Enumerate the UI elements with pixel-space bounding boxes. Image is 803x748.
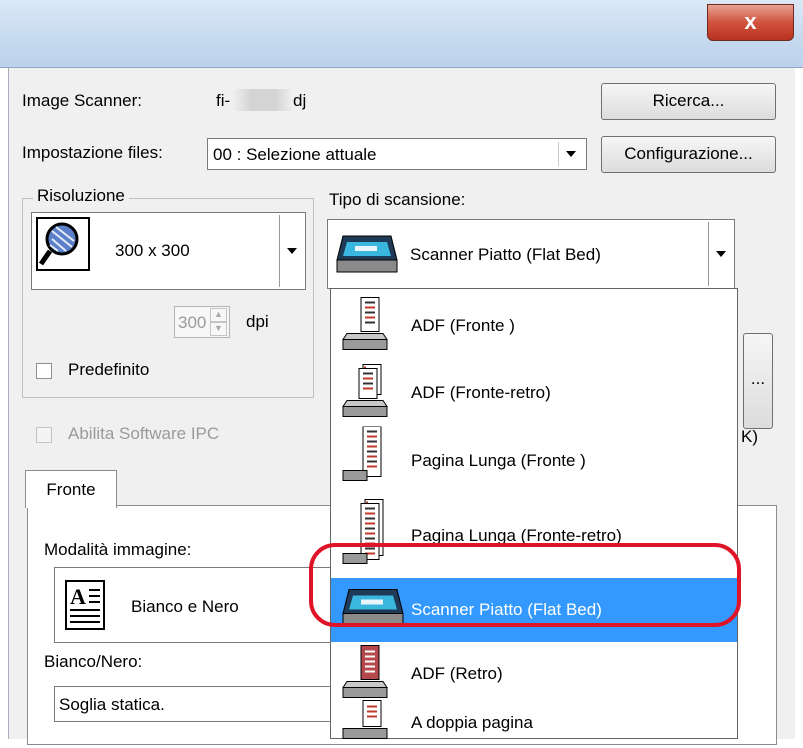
default-checkbox[interactable] [36,363,52,379]
image-scanner-label: Image Scanner: [22,91,143,110]
svg-text:A: A [70,584,86,609]
magnifier-icon [36,217,90,276]
adf-duplex-icon [341,361,391,426]
scan-type-option-label: ADF (Fronte ) [411,316,515,335]
chevron-down-icon[interactable] [558,142,582,166]
scan-type-option[interactable]: Pagina Lunga (Fronte ) [331,426,737,496]
tab-front[interactable]: Fronte [25,470,117,508]
stepper-down-icon[interactable]: ▼ [210,322,227,336]
bw-value: Soglia statica. [59,695,165,714]
image-mode-dropdown[interactable]: A Bianco e Nero [54,567,334,643]
scan-type-option[interactable]: ADF (Fronte ) [331,294,737,358]
scan-type-options-list[interactable]: ADF (Fronte ) ADF (Fronte-retro) Pagina Lu… [330,288,738,739]
scan-type-option[interactable]: A doppia pagina [331,700,737,740]
adf-front-icon [341,294,391,359]
file-settings-dropdown[interactable]: 00 : Selezione attuale [207,138,587,170]
scanner-model-suffix: dj [293,91,307,110]
scan-type-option-label: A doppia pagina [411,713,533,732]
configuration-button[interactable]: Configurazione... [601,136,776,173]
dpi-unit-label: dpi [246,312,269,331]
resolution-group-label: Risoluzione [33,186,129,206]
dpi-value: 300 [178,313,207,332]
close-icon: x [744,9,757,34]
double-page-icon [341,699,391,748]
scanner-model-prefix: fi- [216,91,231,110]
dpi-stepper[interactable]: 300 ▲ ▼ [174,306,230,338]
ipc-checkbox-label: Abilita Software IPC [68,424,220,443]
scan-type-option[interactable]: ADF (Retro) [331,644,737,704]
more-options-button[interactable]: ... [743,333,773,429]
flatbed-scanner-icon [335,234,399,279]
resolution-value: 300 x 300 [115,241,190,260]
scan-type-option-label: Pagina Lunga (Fronte ) [411,451,586,470]
image-mode-label: Modalità immagine: [44,540,192,559]
scan-type-dropdown[interactable]: Scanner Piatto (Flat Bed) [327,219,735,289]
scan-type-option[interactable]: ADF (Fronte-retro) [331,361,737,425]
title-bar [0,0,803,68]
scan-type-value: Scanner Piatto (Flat Bed) [410,245,601,264]
bw-dropdown[interactable]: Soglia statica. [54,686,334,722]
adf-back-icon [341,642,391,707]
file-settings-value: 00 : Selezione attuale [213,145,377,164]
bw-label: Bianco/Nero: [44,652,143,671]
file-settings-label: Impostazione files: [22,143,163,162]
default-checkbox-label: Predefinito [68,360,150,379]
close-button[interactable]: x [707,4,794,41]
scan-type-option-label: ADF (Retro) [411,664,503,683]
ipc-checkbox[interactable] [36,427,52,443]
stepper-up-icon[interactable]: ▲ [210,308,227,322]
chevron-down-icon[interactable] [708,222,732,286]
scan-type-option-label: ADF (Fronte-retro) [411,383,551,402]
scan-type-label: Tipo di scansione: [329,190,466,209]
partial-label: K) [741,427,758,446]
resolution-dropdown[interactable]: 300 x 300 [31,212,306,290]
image-mode-value: Bianco e Nero [131,597,239,616]
scanner-model-redaction [233,89,293,111]
chevron-down-icon[interactable] [279,215,303,287]
highlight-ring [309,543,741,627]
long-page-front-icon [341,426,391,496]
search-button[interactable]: Ricerca... [601,83,776,120]
text-document-icon: A [65,580,105,635]
